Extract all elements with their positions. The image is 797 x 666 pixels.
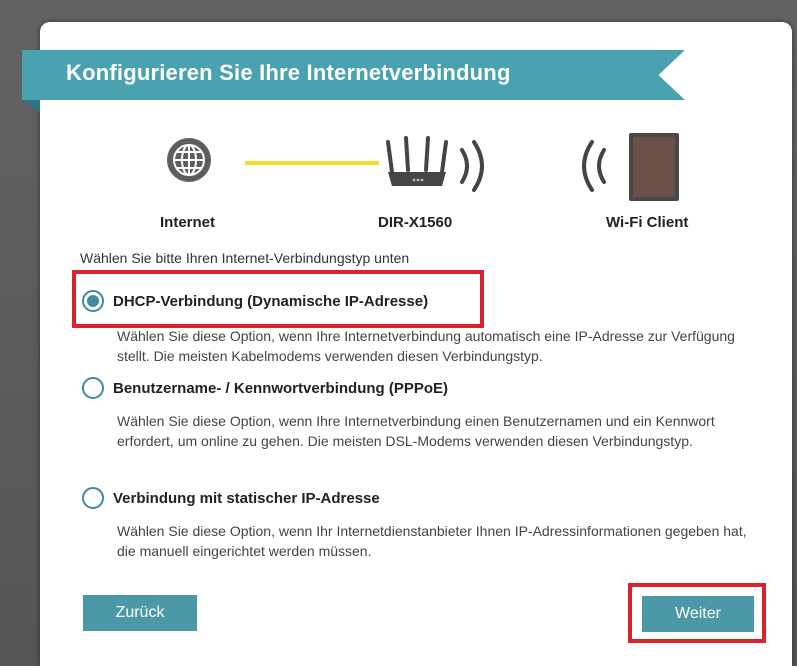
- router-label: DIR-X1560: [378, 214, 453, 231]
- tablet-client-icon: [629, 133, 679, 201]
- wifi-signal-in-icon: [582, 140, 606, 192]
- option-pppoe[interactable]: Benutzername- / Kennwortverbindung (PPPo…: [82, 376, 448, 400]
- internet-router-link: [245, 161, 379, 165]
- dhcp-radio[interactable]: [82, 290, 104, 312]
- back-button[interactable]: Zurück: [83, 595, 197, 631]
- option-static-ip[interactable]: Verbindung mit statischer IP-Adresse: [82, 486, 380, 510]
- static-ip-description: Wählen Sie diese Option, wenn Ihr Intern…: [117, 523, 747, 559]
- connection-type-prompt: Wählen Sie bitte Ihren Internet-Verbindu…: [80, 250, 410, 266]
- option-dhcp[interactable]: DHCP-Verbindung (Dynamische IP-Adresse): [82, 289, 428, 313]
- title-banner-fold: [22, 100, 40, 112]
- next-button[interactable]: Weiter: [642, 596, 754, 632]
- dhcp-description: Wählen Sie diese Option, wenn Ihre Inter…: [117, 328, 735, 364]
- wifi-client-label: Wi-Fi Client: [606, 214, 689, 231]
- pppoe-description: Wählen Sie diese Option, wenn Ihre Inter…: [117, 413, 715, 449]
- globe-icon: [167, 138, 211, 182]
- static-ip-radio[interactable]: [82, 487, 104, 509]
- wifi-signal-out-icon: [460, 140, 484, 192]
- dhcp-label: DHCP-Verbindung (Dynamische IP-Adresse): [113, 292, 429, 310]
- static-ip-label: Verbindung mit statischer IP-Adresse: [113, 489, 380, 507]
- internet-label: Internet: [160, 214, 216, 231]
- pppoe-radio[interactable]: [82, 377, 104, 399]
- pppoe-label: Benutzername- / Kennwortverbindung (PPPo…: [113, 379, 449, 397]
- router-icon: [386, 136, 448, 186]
- dialog-title: Konfigurieren Sie Ihre Internetverbindun…: [66, 60, 511, 85]
